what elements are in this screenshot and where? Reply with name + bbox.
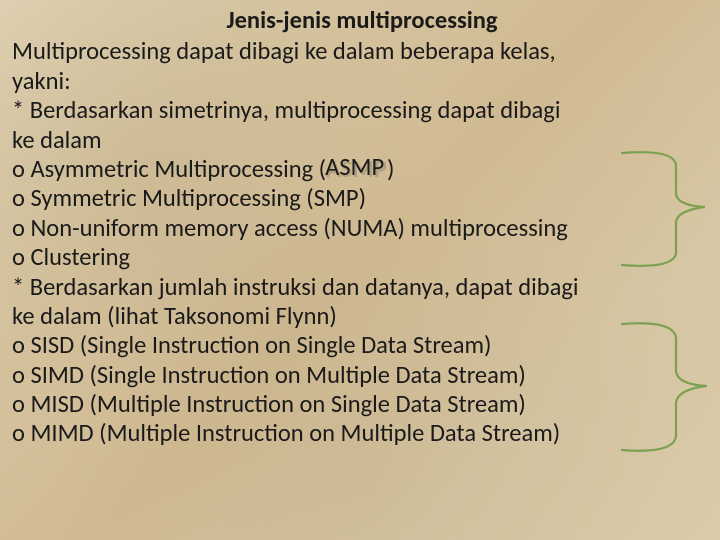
asmp-top: ASMP [325,153,384,182]
section-2-line-2: ke dalam (lihat Taksonomi Flynn) [12,302,712,331]
s1i1-pre: o Asymmetric Multiprocessing ( [12,154,326,184]
section-1-item-3: o Non-uniform memory access (NUMA) multi… [12,214,712,243]
section-1-item-2: o Symmetric Multiprocessing (SMP) [12,184,712,213]
section-2-item-1: o SISD (Single Instruction on Single Dat… [12,331,712,360]
slide-title: Jenis-jenis multiprocessing [12,6,712,35]
section-1-item-4: o Clustering [12,243,712,272]
section-2-item-3: o MISD (Multiple Instruction on Single D… [12,390,712,419]
section-2-item-4: o MIMD (Multiple Instruction on Multiple… [12,419,712,448]
section-2-line-1: * Berdasarkan jumlah instruksi dan datan… [12,273,712,302]
intro-line-2: yakni: [12,67,712,96]
s1i1-post: ) [387,154,394,184]
section-2-item-2: o SIMD (Single Instruction on Multiple D… [12,361,712,390]
asmp-abbr: ASMPASMP [326,154,387,184]
section-1-line-2: ke dalam [12,126,712,155]
section-1-line-1: * Berdasarkan simetrinya, multiprocessin… [12,96,712,125]
slide-content: Jenis-jenis multiprocessing Multiprocess… [12,6,712,449]
section-1-item-1: o Asymmetric Multiprocessing (ASMPASMP) [12,155,712,184]
intro-line-1: Multiprocessing dapat dibagi ke dalam be… [12,37,712,66]
